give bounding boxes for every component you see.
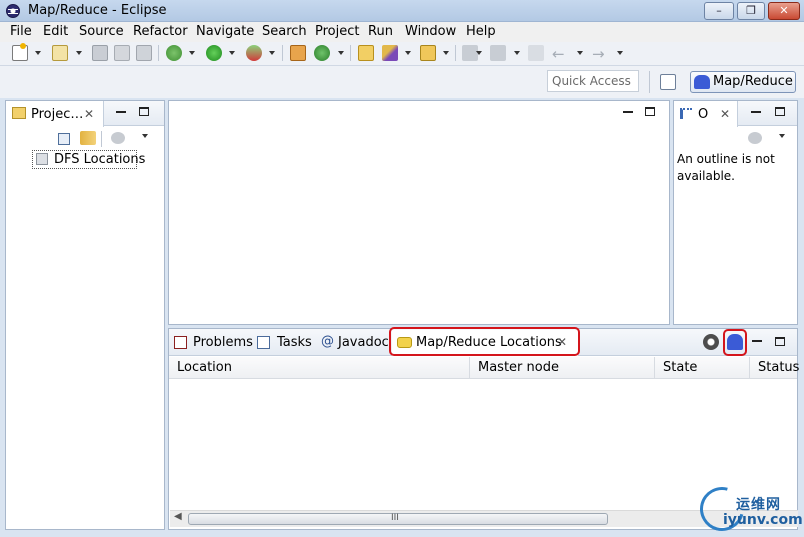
open-type-icon[interactable]	[358, 45, 374, 61]
perspective-label: Map/Reduce	[713, 74, 793, 89]
restore-window-button[interactable]: ❐	[737, 2, 765, 20]
maximize-editor-icon[interactable]	[645, 107, 655, 116]
close-project-explorer-icon[interactable]: ✕	[84, 107, 94, 121]
search-dropdown-icon[interactable]	[405, 51, 411, 55]
close-outline-icon[interactable]: ✕	[720, 107, 730, 121]
toolbar-separator	[158, 45, 159, 61]
new-class-icon[interactable]	[314, 45, 330, 61]
collapse-all-icon[interactable]	[58, 133, 70, 145]
new-project-dropdown-icon[interactable]	[76, 51, 82, 55]
watermark-site-name: 运维网	[736, 497, 781, 513]
tab-problems[interactable]: Problems	[193, 335, 253, 350]
dfs-location-icon	[36, 153, 48, 165]
outline-icon	[680, 108, 692, 119]
previous-annotation-dropdown-icon[interactable]	[514, 51, 520, 55]
menu-navigate[interactable]: Navigate	[196, 24, 254, 39]
problems-icon	[174, 336, 187, 349]
column-header-master-node[interactable]: Master node	[470, 357, 655, 379]
menu-source[interactable]: Source	[79, 24, 124, 39]
column-header-location[interactable]: Location	[169, 357, 470, 379]
close-map-reduce-locations-icon[interactable]: ✕	[557, 335, 567, 349]
run-icon[interactable]	[206, 45, 222, 61]
map-reduce-locations-icon	[397, 337, 412, 348]
maximize-outline-icon[interactable]	[775, 107, 785, 116]
project-folder-icon	[12, 107, 26, 119]
forward-arrow-icon[interactable]: →	[592, 45, 605, 63]
external-tools-dropdown-icon[interactable]	[269, 51, 275, 55]
minimize-view-icon[interactable]	[116, 111, 126, 113]
outline-view-menu-icon[interactable]	[779, 134, 785, 138]
toolbar-separator	[350, 45, 351, 61]
javadoc-icon: @	[321, 334, 334, 349]
focus-icon[interactable]	[111, 132, 125, 144]
toolbar-separator	[282, 45, 283, 61]
elephant-icon	[694, 75, 710, 89]
run-dropdown-icon[interactable]	[229, 51, 235, 55]
watermark-url: iyunv.com	[723, 512, 803, 528]
tab-tasks[interactable]: Tasks	[277, 335, 312, 350]
back-dropdown-icon[interactable]	[577, 51, 583, 55]
window-title: Map/Reduce - Eclipse	[28, 3, 167, 18]
last-edit-icon[interactable]	[528, 45, 544, 61]
new-star-icon	[20, 43, 26, 49]
perspective-separator	[649, 71, 650, 93]
debug-dropdown-icon[interactable]	[189, 51, 195, 55]
debug-icon[interactable]	[166, 45, 182, 61]
menu-search[interactable]: Search	[262, 24, 307, 39]
back-arrow-icon[interactable]: ←	[552, 45, 565, 63]
tab-javadoc[interactable]: Javadoc	[338, 335, 389, 350]
menu-run[interactable]: Run	[368, 24, 393, 39]
new-project-icon[interactable]	[52, 45, 68, 61]
save-icon[interactable]	[92, 45, 108, 61]
new-package-icon[interactable]	[290, 45, 306, 61]
link-with-editor-icon[interactable]	[80, 131, 96, 145]
print-icon[interactable]	[136, 45, 152, 61]
open-perspective-icon[interactable]	[660, 74, 676, 90]
tasks-icon	[257, 336, 270, 349]
menu-refactor[interactable]: Refactor	[133, 24, 188, 39]
new-class-dropdown-icon[interactable]	[338, 51, 344, 55]
outline-tab-label: O	[698, 107, 709, 122]
perspective-bar	[0, 66, 804, 98]
editor-area[interactable]	[168, 100, 670, 325]
menu-help[interactable]: Help	[466, 24, 496, 39]
project-explorer-tab-label: Projec…	[31, 107, 84, 122]
new-hadoop-location-elephant-icon[interactable]	[727, 334, 743, 350]
toolbar-separator	[455, 45, 456, 61]
menu-project[interactable]: Project	[315, 24, 359, 39]
open-folder-icon[interactable]	[420, 45, 436, 61]
scroll-left-arrow-icon[interactable]: ◀	[174, 511, 182, 522]
minimize-window-button[interactable]: –	[704, 2, 734, 20]
view-menu-icon[interactable]	[142, 134, 148, 138]
minimize-editor-icon[interactable]	[623, 111, 633, 113]
tree-item-label: DFS Locations	[54, 152, 146, 167]
previous-annotation-icon[interactable]	[490, 45, 506, 61]
scrollbar-grip: III	[391, 513, 399, 523]
menu-file[interactable]: File	[10, 24, 32, 39]
outline-message: An outline is not available.	[677, 152, 775, 183]
menu-window[interactable]: Window	[405, 24, 456, 39]
external-tools-icon[interactable]	[246, 45, 262, 61]
tab-map-reduce-locations-label: Map/Reduce Locations	[416, 335, 562, 350]
view-toolbar-separator	[101, 131, 102, 147]
menu-edit[interactable]: Edit	[43, 24, 68, 39]
quick-access-input[interactable]: Quick Access	[547, 70, 639, 92]
gears-icon[interactable]	[703, 334, 719, 350]
eclipse-logo-icon	[6, 4, 20, 18]
close-window-button[interactable]: ✕	[768, 2, 800, 20]
next-annotation-dropdown-icon[interactable]	[476, 51, 482, 55]
maximize-bottom-panel-icon[interactable]	[775, 337, 785, 346]
outline-focus-icon[interactable]	[748, 132, 762, 144]
search-tool-icon[interactable]	[382, 45, 398, 61]
minimize-outline-icon[interactable]	[751, 111, 761, 113]
maximize-view-icon[interactable]	[139, 107, 149, 116]
save-all-icon[interactable]	[114, 45, 130, 61]
open-folder-dropdown-icon[interactable]	[443, 51, 449, 55]
forward-dropdown-icon[interactable]	[617, 51, 623, 55]
column-header-state[interactable]: State	[655, 357, 750, 379]
minimize-bottom-panel-icon[interactable]	[752, 340, 762, 342]
column-header-status[interactable]: Status	[750, 357, 799, 379]
new-dropdown-icon[interactable]	[35, 51, 41, 55]
